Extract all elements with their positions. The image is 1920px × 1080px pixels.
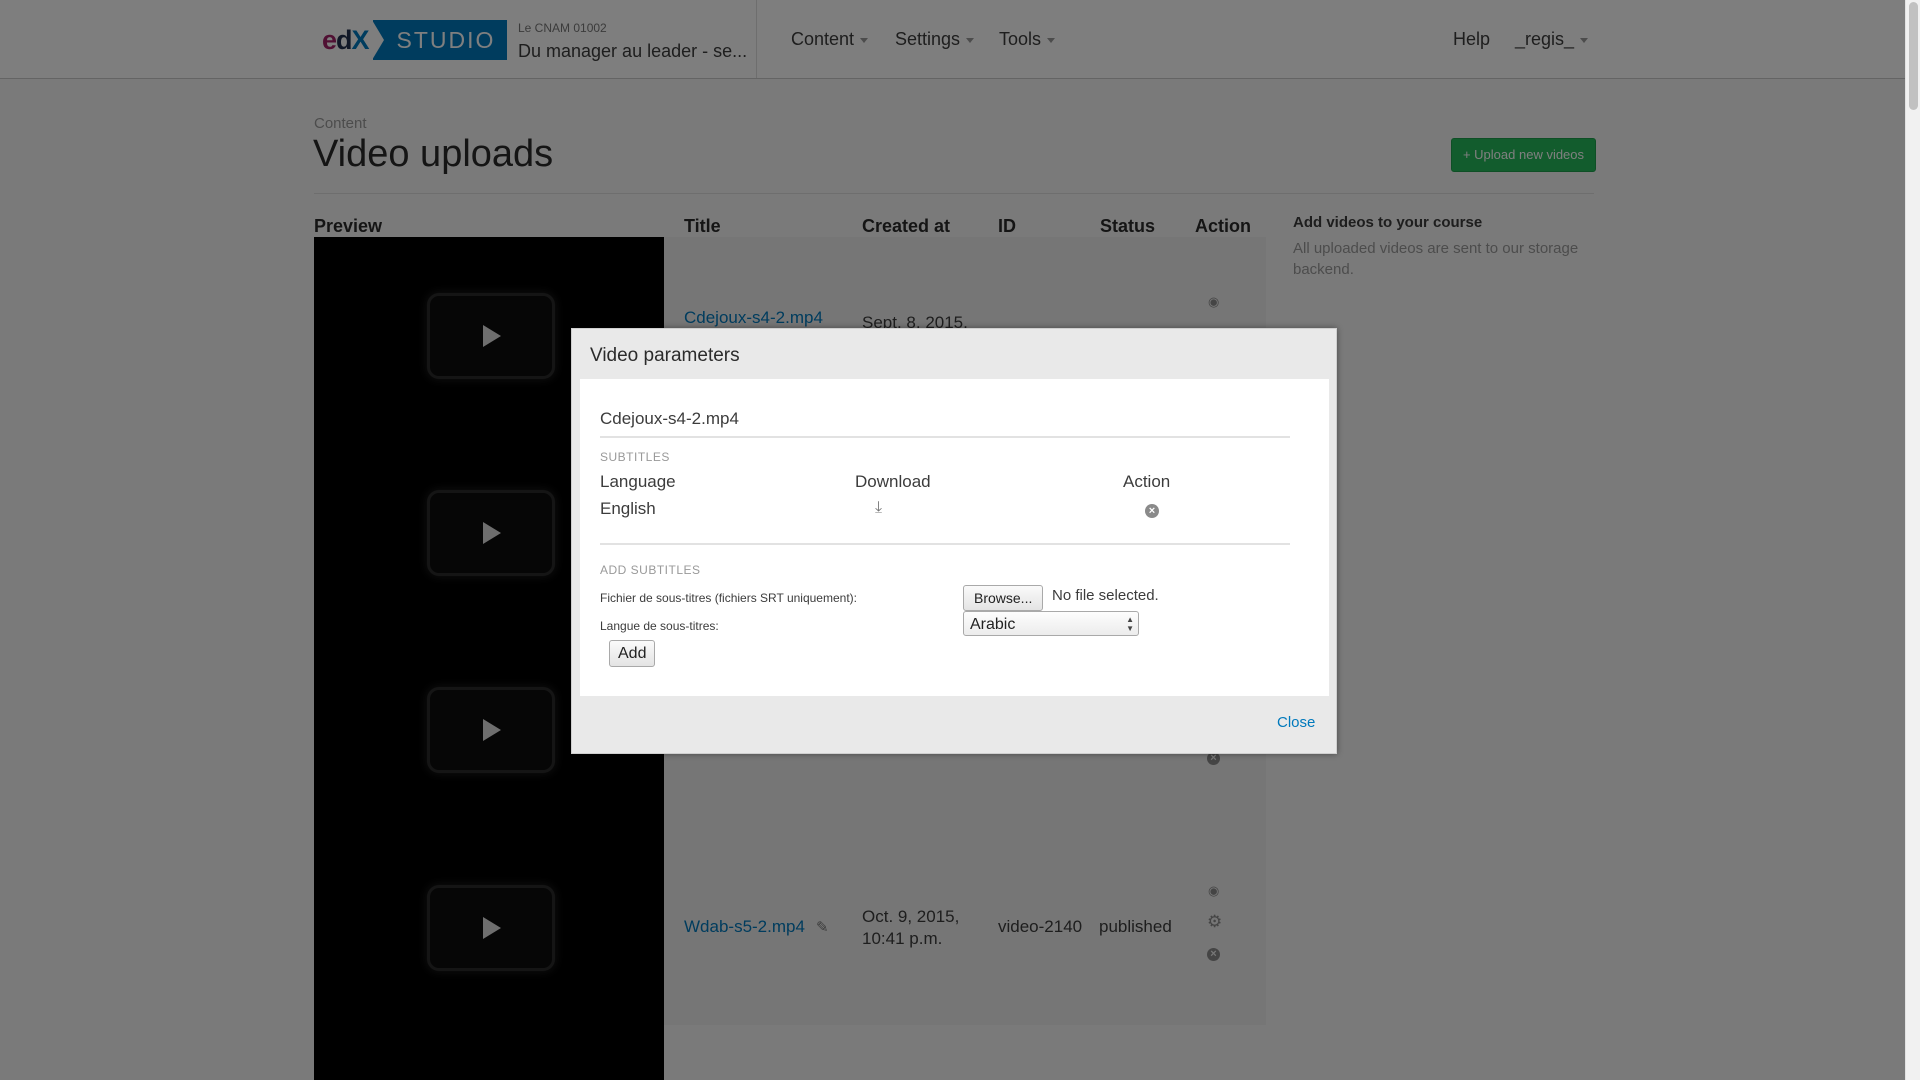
- subtitle-language: English: [600, 499, 656, 518]
- selected-language: Arabic: [970, 616, 1016, 633]
- modal-title: Video parameters: [590, 345, 740, 366]
- modal-body: Cdejoux-s4-2.mp4 SUBTITLES Language Down…: [580, 379, 1329, 696]
- scrollbar-thumb[interactable]: [1909, 2, 1918, 110]
- subtitles-col-download: Download: [855, 472, 931, 491]
- video-filename: Cdejoux-s4-2.mp4: [600, 409, 739, 428]
- subtitle-language-select[interactable]: Arabic ▲ ▼: [963, 611, 1139, 636]
- browse-file-button[interactable]: Browse...: [963, 585, 1044, 611]
- remove-icon[interactable]: ×: [1145, 504, 1159, 518]
- subtitles-col-language: Language: [600, 472, 676, 491]
- subtitles-heading: SUBTITLES: [600, 450, 670, 464]
- subtitle-language-label: Langue de sous-titres:: [600, 619, 719, 633]
- divider: [600, 436, 1290, 438]
- video-parameters-modal: Video parameters Cdejoux-s4-2.mp4 SUBTIT…: [571, 328, 1337, 754]
- download-icon[interactable]: ⤓: [875, 499, 882, 517]
- page-scrollbar[interactable]: [1905, 0, 1920, 1080]
- file-status-text: No file selected.: [1052, 587, 1159, 604]
- add-subtitle-button[interactable]: Add: [609, 640, 656, 667]
- close-modal-link[interactable]: Close: [1277, 714, 1315, 731]
- divider: [600, 543, 1290, 545]
- subtitle-file-label: Fichier de sous-titres (fichiers SRT uni…: [600, 591, 857, 605]
- select-arrows-icon: ▲ ▼: [1126, 615, 1134, 633]
- page: edX STUDIO Le CNAM 01002 Du manager au l…: [0, 0, 1920, 1080]
- add-subtitles-heading: ADD SUBTITLES: [600, 563, 701, 577]
- subtitles-col-action: Action: [1123, 472, 1171, 491]
